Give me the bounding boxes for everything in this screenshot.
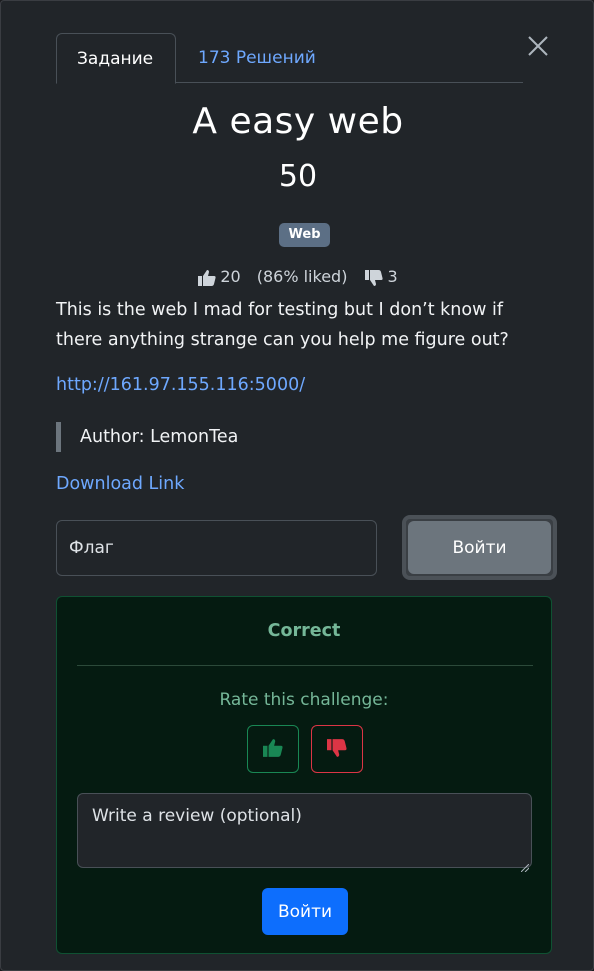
review-textarea[interactable] (77, 793, 532, 868)
resize-grip-icon[interactable] (520, 857, 530, 873)
liked-percent: (86% liked) (256, 267, 348, 286)
result-status: Correct (267, 621, 341, 641)
flag-input[interactable] (56, 520, 377, 576)
rate-label: Rate this challenge: (219, 690, 389, 710)
challenge-value: 50 (278, 159, 318, 194)
result-panel: Correct Rate this challenge: Write a rev… (56, 596, 552, 954)
download-link[interactable]: Download Link (56, 474, 184, 494)
vote-summary: 20 (86% liked) 3 (1, 267, 594, 286)
thumbs-down-icon (327, 738, 347, 760)
close-icon[interactable] (521, 31, 555, 65)
thumbs-down-icon (365, 267, 384, 286)
submit-focus-ring: Войти (402, 515, 557, 580)
challenge-tabs: Задание 173 Решений (56, 33, 523, 84)
review-submit-button[interactable]: Войти (262, 888, 348, 935)
flag-submit-button[interactable]: Войти (408, 521, 551, 574)
result-divider (77, 665, 533, 666)
rate-down-button[interactable] (311, 725, 363, 773)
author-quote: Author: LemonTea (56, 422, 238, 452)
like-count: 20 (220, 267, 241, 286)
challenge-modal: Задание 173 Решений A easy web 50 Web 20… (0, 0, 594, 971)
thumbs-up-icon (198, 267, 216, 286)
category-badge: Web (279, 223, 330, 247)
challenge-description: This is the web I mad for testing but I … (56, 300, 509, 350)
tab-solves[interactable]: 173 Решений (178, 33, 336, 84)
dislike-count: 3 (387, 267, 398, 286)
challenge-url-link[interactable]: http://161.97.155.116:5000/ (56, 375, 305, 395)
rate-up-button[interactable] (247, 725, 299, 773)
tab-challenge[interactable]: Задание (56, 33, 176, 84)
challenge-title: A easy web (192, 101, 404, 142)
thumbs-up-icon (263, 738, 283, 760)
